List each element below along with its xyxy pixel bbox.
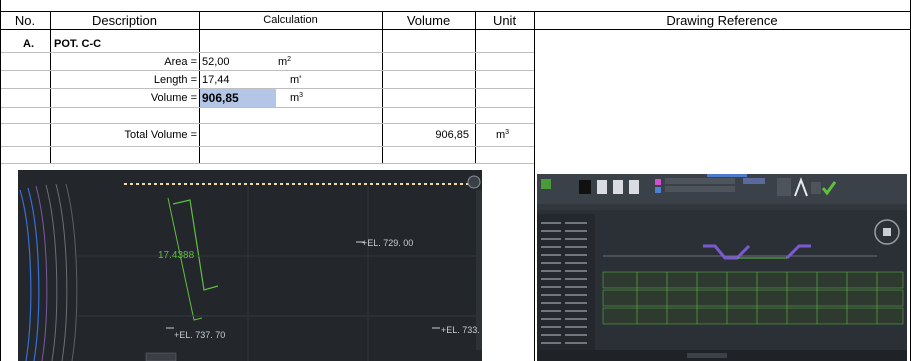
row-line (1, 52, 534, 53)
volume-label: Volume = (150, 92, 197, 104)
col-sep-desc (199, 11, 200, 163)
section-title: POT. C-C (54, 38, 102, 50)
cad-drawing-left: 17.4388 +EL. 729. 00 +EL. 737. 70 +EL. 7… (18, 170, 482, 361)
col-sep-volume (475, 11, 476, 163)
area-value[interactable]: 52,00 (202, 54, 230, 70)
header-bottom-border (0, 29, 911, 30)
cad-elevation-label: +EL. 729. 00 (362, 238, 414, 248)
cad-dimension-label: 17.4388 (158, 250, 195, 261)
row-line (1, 163, 534, 164)
header-unit: Unit (492, 13, 517, 28)
length-label: Length = (153, 74, 197, 86)
total-volume-value[interactable]: 906,85 (435, 127, 469, 143)
cad-linework (19, 175, 482, 361)
col-sep-calc (382, 11, 383, 163)
header-drawing-reference: Drawing Reference (666, 13, 778, 28)
row-line (1, 107, 534, 108)
length-value[interactable]: 17,44 (202, 72, 230, 88)
header-no: No. (14, 13, 36, 28)
col-sep-no (50, 11, 51, 163)
cad-drawing-right (537, 174, 907, 361)
volume-value[interactable]: 906,85 (202, 90, 239, 106)
header-description: Description (91, 13, 158, 28)
row-line (1, 70, 534, 71)
row-line (1, 146, 534, 147)
volume-unit: m3 (290, 92, 304, 104)
cad-elevation-label: +EL. 733. (441, 325, 480, 335)
cad-software-ui (537, 174, 907, 361)
header-volume: Volume (406, 13, 451, 28)
length-unit: m' (290, 74, 302, 86)
area-unit: m2 (278, 56, 292, 68)
cad-elevation-label: +EL. 737. 70 (174, 330, 226, 340)
total-volume-label: Total Volume = (124, 129, 197, 141)
header-calculation: Calculation (263, 14, 318, 26)
worksheet: No. Description Calculation Volume Unit … (0, 0, 911, 361)
section-number: A. (23, 38, 34, 50)
table-border-left (0, 0, 1, 361)
row-line (1, 123, 534, 124)
col-sep-unit (534, 11, 535, 361)
area-label: Area = (164, 56, 197, 68)
total-volume-unit: m3 (496, 129, 510, 141)
